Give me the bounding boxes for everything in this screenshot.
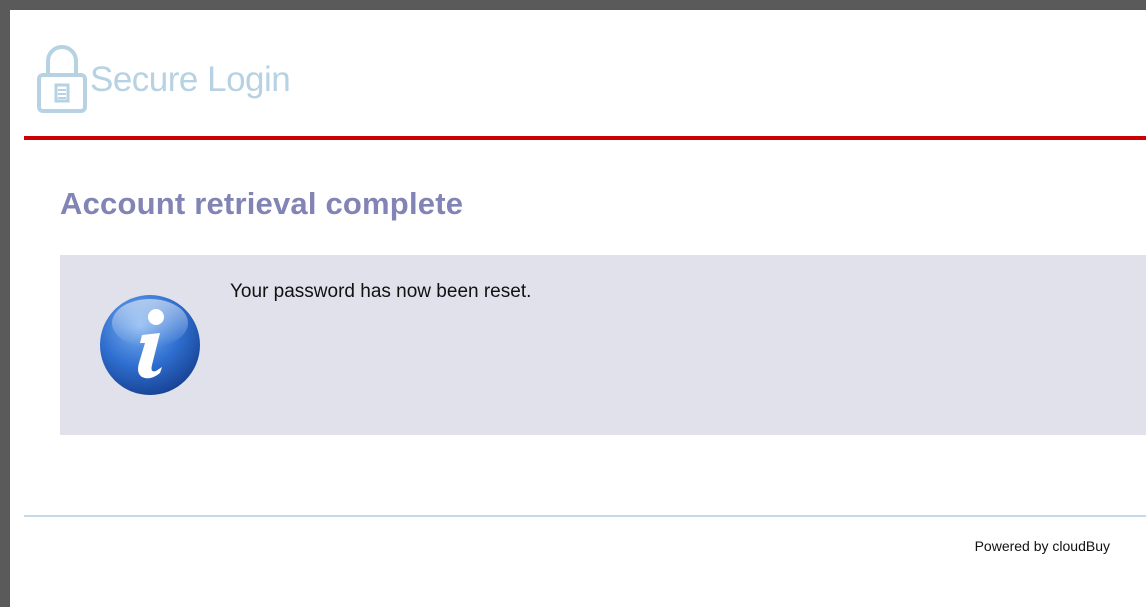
powered-by-text: Powered by cloudBuy: [974, 538, 1110, 554]
header: Secure Login: [36, 37, 291, 117]
footer-divider: [24, 515, 1146, 517]
info-message: Your password has now been reset.: [230, 281, 532, 302]
logo-text: Secure Login: [90, 60, 291, 99]
header-divider: [24, 136, 1146, 140]
info-panel: Your password has now been reset.: [60, 255, 1146, 435]
page-title: Account retrieval complete: [60, 186, 464, 221]
padlock-icon: [37, 45, 87, 113]
info-icon: [100, 295, 200, 395]
page-frame: Secure Login Account retrieval complete: [0, 0, 1146, 607]
